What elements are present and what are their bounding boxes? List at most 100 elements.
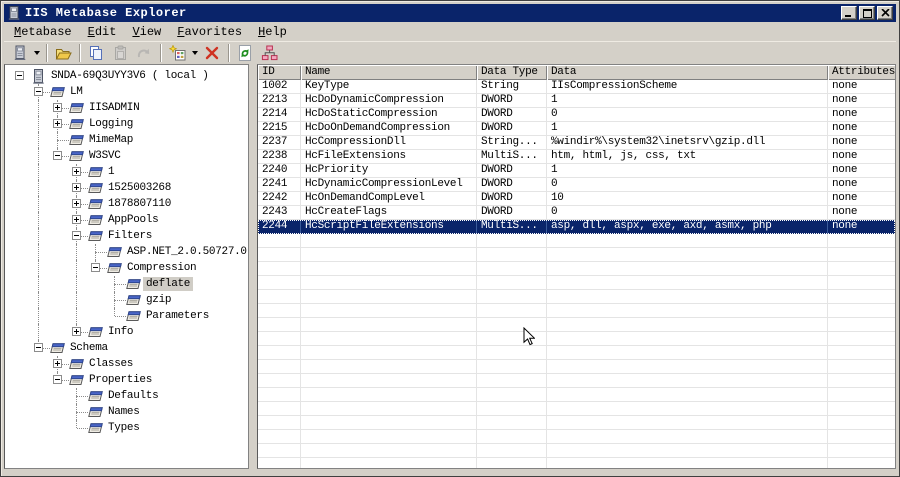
table-row[interactable]: 2237 HcCompressionDll String... %windir%\sy… [258, 136, 895, 150]
tree-collapse-toggle[interactable] [15, 71, 24, 80]
new-key-dropdown[interactable] [189, 42, 200, 64]
tree-item-w3svc[interactable]: W3SVC [86, 149, 124, 163]
table-row-empty [258, 388, 895, 402]
tree-collapse-toggle[interactable] [72, 231, 81, 240]
menu-view[interactable]: View [124, 23, 169, 41]
tree-item-properties[interactable]: Properties [86, 373, 155, 387]
table-row[interactable]: 2214 HcDoStaticCompression DWORD 0 none [258, 108, 895, 122]
chevron-down-icon [33, 51, 40, 55]
tree-item-apppools[interactable]: AppPools [105, 213, 161, 227]
tree-collapse-toggle[interactable] [91, 263, 100, 272]
column-header-attributes[interactable]: Attributes [828, 65, 895, 80]
delete-button[interactable] [200, 42, 224, 64]
open-button[interactable] [51, 42, 75, 64]
window-controls [841, 6, 894, 20]
tree-item-1878807110[interactable]: 1878807110 [105, 197, 174, 211]
client-area: SNDA-69Q3UYY3V6 ( local ) LM IISADMIN Loggi… [4, 64, 896, 469]
tree-item-parameters[interactable]: Parameters [143, 309, 212, 323]
minimize-icon [845, 15, 851, 17]
tree-item-asp-net-2-0-50727-0[interactable]: ASP.NET_2.0.50727.0 [124, 245, 248, 259]
column-header-data-type[interactable]: Data Type [477, 65, 547, 80]
tree-collapse-toggle[interactable] [53, 151, 62, 160]
new-key-button[interactable] [165, 42, 189, 64]
tree-row: MimeMap [5, 132, 248, 148]
tree-item-mimemap[interactable]: MimeMap [86, 133, 136, 147]
tree-expand-toggle[interactable] [53, 359, 62, 368]
maximize-button[interactable] [859, 6, 875, 20]
tree-item-lm[interactable]: LM [67, 85, 86, 99]
table-row[interactable]: 2240 HcPriority DWORD 1 none [258, 164, 895, 178]
column-header-id[interactable]: ID [258, 65, 301, 80]
table-row[interactable]: 2244 HcScriptFileExtensions MultiS... asp, … [258, 220, 895, 234]
cell-id: 2243 [258, 206, 301, 220]
table-row[interactable]: 2241 HcDynamicCompressionLevel DWORD 0 none [258, 178, 895, 192]
paste-button[interactable] [108, 42, 132, 64]
cell-data-type: DWORD [477, 192, 547, 206]
refresh-button[interactable] [233, 42, 257, 64]
tree-item-compression[interactable]: Compression [124, 261, 199, 275]
tree-item-defaults[interactable]: Defaults [105, 389, 161, 403]
cell-data-type [477, 332, 547, 346]
tree-row: 1525003268 [5, 180, 248, 196]
column-header-name[interactable]: Name [301, 65, 477, 80]
connect-button[interactable] [7, 42, 31, 64]
table-row[interactable]: 2243 HcCreateFlags DWORD 0 none [258, 206, 895, 220]
tree-view-button[interactable] [257, 42, 281, 64]
splitter[interactable] [249, 64, 257, 469]
connect-dropdown[interactable] [31, 42, 42, 64]
tree-item-gzip[interactable]: gzip [143, 293, 174, 307]
table-row[interactable]: 1002 KeyType String IIsCompressionScheme non… [258, 80, 895, 94]
tree-item-names[interactable]: Names [105, 405, 143, 419]
table-row[interactable]: 2238 HcFileExtensions MultiS... htm, html, … [258, 150, 895, 164]
tree-expand-toggle[interactable] [72, 183, 81, 192]
table-row[interactable]: 2213 HcDoDynamicCompression DWORD 1 none [258, 94, 895, 108]
tree-item-filters[interactable]: Filters [105, 229, 155, 243]
titlebar[interactable]: IIS Metabase Explorer [4, 4, 896, 22]
tree-item-classes[interactable]: Classes [86, 357, 136, 371]
tree-collapse-toggle[interactable] [34, 343, 43, 352]
tree-expand-toggle[interactable] [53, 119, 62, 128]
cell-data-type: MultiS... [477, 220, 547, 234]
tree-item-info[interactable]: Info [105, 325, 136, 339]
tree-collapse-toggle[interactable] [34, 87, 43, 96]
tree-item-logging[interactable]: Logging [86, 117, 136, 131]
tree-item-snda-69q3uyy3v6-local[interactable]: SNDA-69Q3UYY3V6 ( local ) [48, 69, 212, 83]
tree-row: 1 [5, 164, 248, 180]
close-button[interactable] [877, 6, 893, 20]
cell-attributes [828, 430, 895, 444]
cell-data-type [477, 262, 547, 276]
copy-button[interactable] [84, 42, 108, 64]
menu-metabase[interactable]: Metabase [6, 23, 80, 41]
tree-expand-toggle[interactable] [72, 327, 81, 336]
menu-help[interactable]: Help [250, 23, 295, 41]
undo-button[interactable] [132, 42, 156, 64]
tree-expand-toggle[interactable] [72, 167, 81, 176]
cell-attributes: none [828, 136, 895, 150]
tree-item-schema[interactable]: Schema [67, 341, 111, 355]
cell-data: %windir%\system32\inetsrv\gzip.dll [547, 136, 828, 150]
minimize-button[interactable] [841, 6, 857, 20]
table-row-empty [258, 416, 895, 430]
tree-expand-toggle[interactable] [53, 103, 62, 112]
tree-item-deflate[interactable]: deflate [143, 277, 194, 291]
tree-guide-line [57, 140, 58, 148]
column-header-data[interactable]: Data [547, 65, 828, 80]
cell-name [301, 318, 477, 332]
tree-item-iisadmin[interactable]: IISADMIN [86, 101, 142, 115]
tree-guide-line [38, 324, 39, 340]
tree-expand-toggle[interactable] [72, 199, 81, 208]
cell-id: 2237 [258, 136, 301, 150]
tree-collapse-toggle[interactable] [53, 375, 62, 384]
tree-item-1[interactable]: 1 [105, 165, 117, 179]
table-row[interactable]: 2242 HcOnDemandCompLevel DWORD 10 none [258, 192, 895, 206]
tree-expand-toggle[interactable] [72, 215, 81, 224]
table-row-empty [258, 332, 895, 346]
tree-item-1525003268[interactable]: 1525003268 [105, 181, 174, 195]
cell-name: HcDynamicCompressionLevel [301, 178, 477, 192]
menu-favorites[interactable]: Favorites [169, 23, 250, 41]
tree-item-types[interactable]: Types [105, 421, 143, 435]
table-row[interactable]: 2215 HcDoOnDemandCompression DWORD 1 none [258, 122, 895, 136]
cell-id [258, 402, 301, 416]
menu-edit[interactable]: Edit [80, 23, 125, 41]
cell-attributes: none [828, 164, 895, 178]
